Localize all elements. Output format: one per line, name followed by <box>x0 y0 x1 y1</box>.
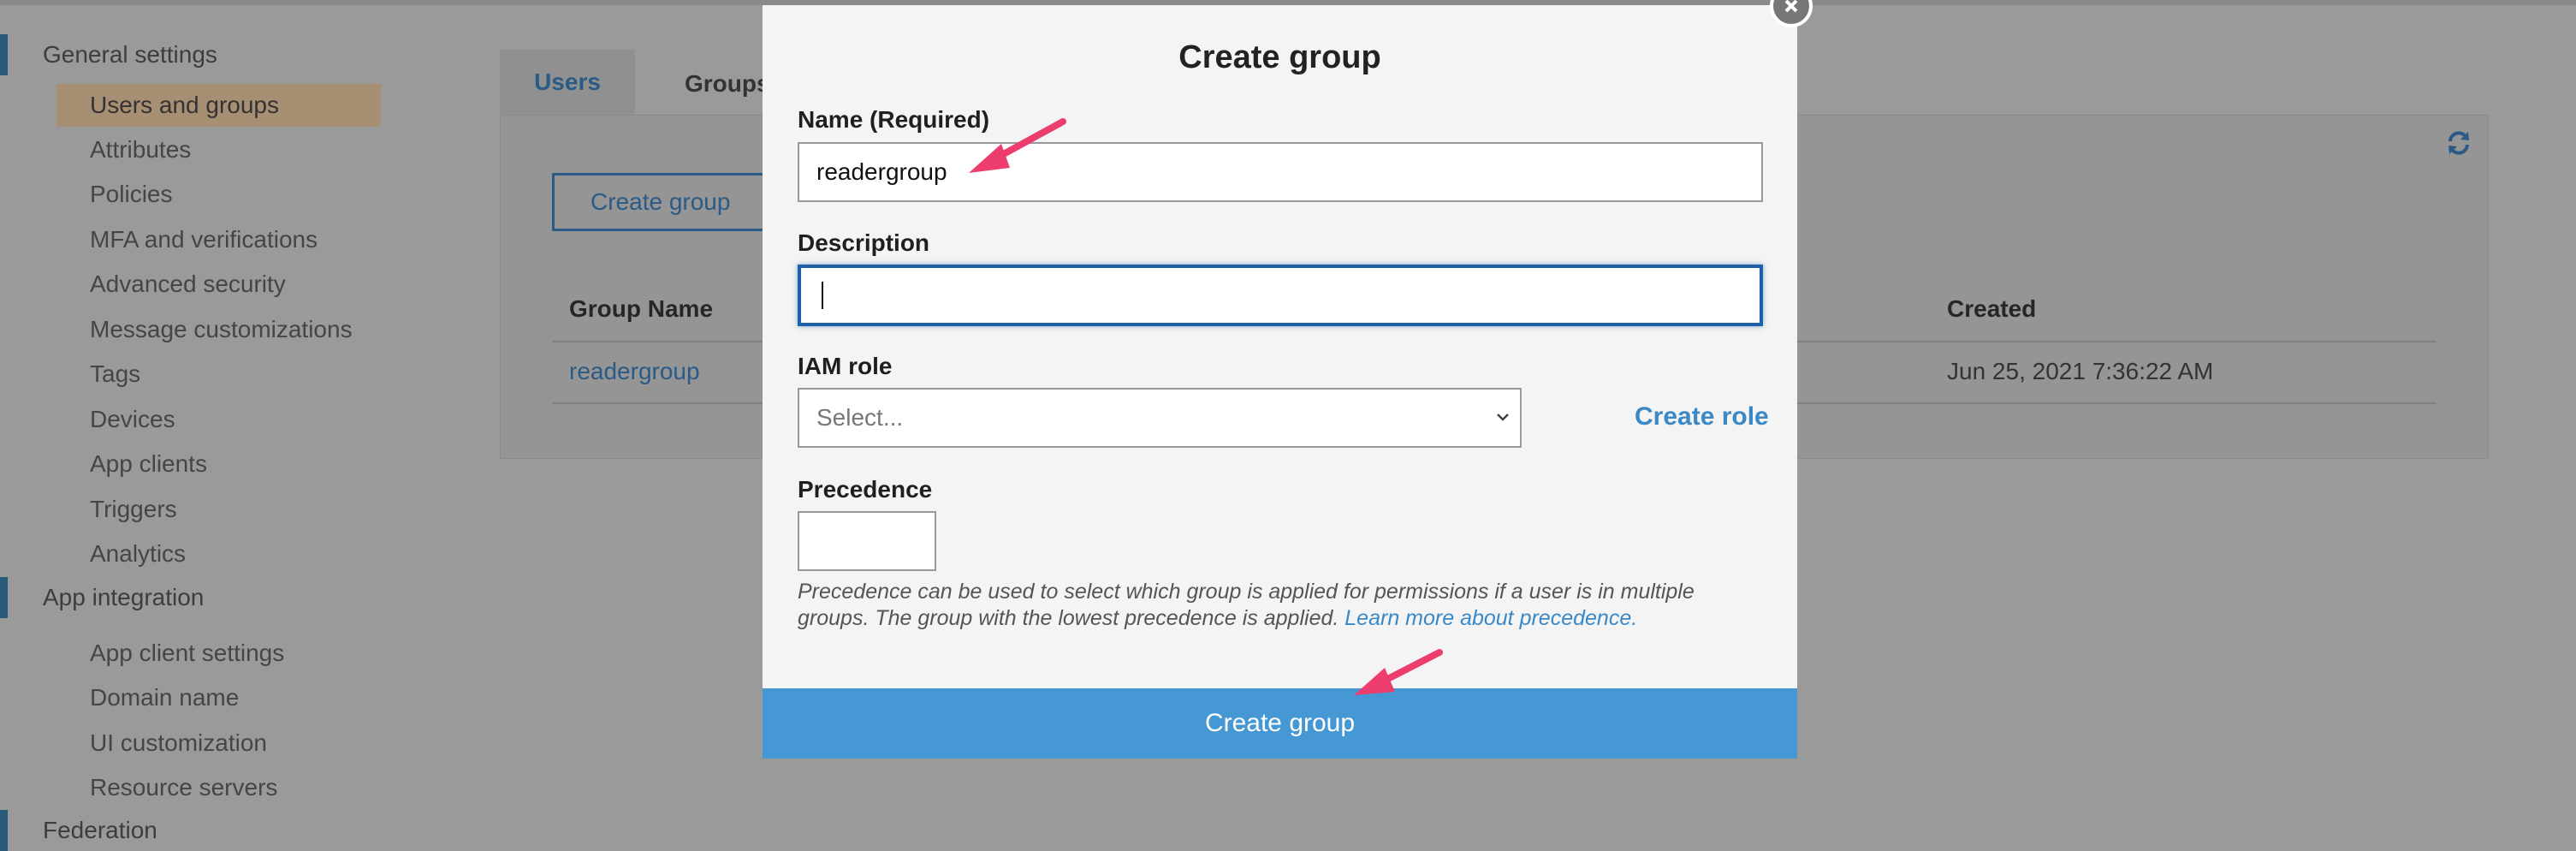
column-header-created[interactable]: Created <box>1947 295 2036 323</box>
sidebar-item-ui-customization[interactable]: UI customization <box>90 726 267 760</box>
modal-title: Create group <box>1178 39 1381 75</box>
create-role-link[interactable]: Create role <box>1635 402 1769 431</box>
precedence-input[interactable] <box>798 511 936 571</box>
table-cell-created: Jun 25, 2021 7:36:22 AM <box>1947 358 2214 384</box>
iam-role-select[interactable]: Select... <box>798 388 1522 448</box>
sidebar-item-mfa[interactable]: MFA and verifications <box>90 223 318 257</box>
sidebar-section-label: Federation <box>43 817 157 843</box>
precedence-help-text: Precedence can be used to select which g… <box>798 579 1765 632</box>
annotation-arrow <box>969 118 1066 173</box>
sidebar-section-federation[interactable]: Federation <box>0 810 428 851</box>
tab-users[interactable]: Users <box>500 50 635 115</box>
sidebar-item-devices[interactable]: Devices <box>90 402 175 437</box>
tab-groups[interactable]: Groups <box>685 70 770 98</box>
text-caret <box>822 282 823 309</box>
section-marker <box>0 34 8 75</box>
description-input[interactable] <box>798 265 1763 326</box>
iam-role-label: IAM role <box>798 353 893 379</box>
sidebar-item-app-clients[interactable]: App clients <box>90 447 207 481</box>
sidebar-section-app-integration[interactable]: App integration <box>0 577 428 618</box>
sidebar-item-resource-servers[interactable]: Resource servers <box>90 771 277 805</box>
sidebar-item-advanced-security[interactable]: Advanced security <box>90 267 286 301</box>
annotation-arrow <box>1354 649 1443 695</box>
section-marker <box>0 810 8 851</box>
sidebar-item-analytics[interactable]: Analytics <box>90 537 186 571</box>
sidebar: General settings Users and groups Attrib… <box>0 0 479 851</box>
learn-more-precedence-link[interactable]: Learn more about precedence. <box>1344 606 1637 630</box>
sidebar-item-policies[interactable]: Policies <box>90 177 172 211</box>
section-marker <box>0 577 8 618</box>
sidebar-item-domain-name[interactable]: Domain name <box>90 681 239 715</box>
sidebar-section-general-settings[interactable]: General settings <box>0 34 428 75</box>
sidebar-item-users-and-groups[interactable]: Users and groups <box>56 84 381 127</box>
name-input[interactable]: readergroup <box>798 142 1763 202</box>
refresh-icon[interactable] <box>2444 128 2473 158</box>
close-icon <box>1784 0 1798 13</box>
iam-role-select-value: Select... <box>816 404 904 431</box>
create-group-modal: Create group Name (Required) readergroup… <box>763 5 1797 759</box>
sidebar-section-label: General settings <box>43 41 217 68</box>
precedence-label: Precedence <box>798 476 933 503</box>
sidebar-item-app-client-settings[interactable]: App client settings <box>90 636 284 670</box>
sidebar-item-tags[interactable]: Tags <box>90 357 140 391</box>
column-header-group-name[interactable]: Group Name <box>569 295 713 323</box>
chevron-down-icon <box>1497 414 1509 421</box>
sidebar-item-triggers[interactable]: Triggers <box>90 492 177 527</box>
sidebar-item-attributes[interactable]: Attributes <box>90 133 191 167</box>
name-input-value: readergroup <box>816 158 947 185</box>
description-label: Description <box>798 229 930 256</box>
create-group-submit-button[interactable]: Create group <box>763 688 1797 759</box>
sidebar-item-message-customizations[interactable]: Message customizations <box>90 312 353 347</box>
table-cell-group-name[interactable]: readergroup <box>569 358 700 385</box>
sidebar-section-label: App integration <box>43 584 205 610</box>
